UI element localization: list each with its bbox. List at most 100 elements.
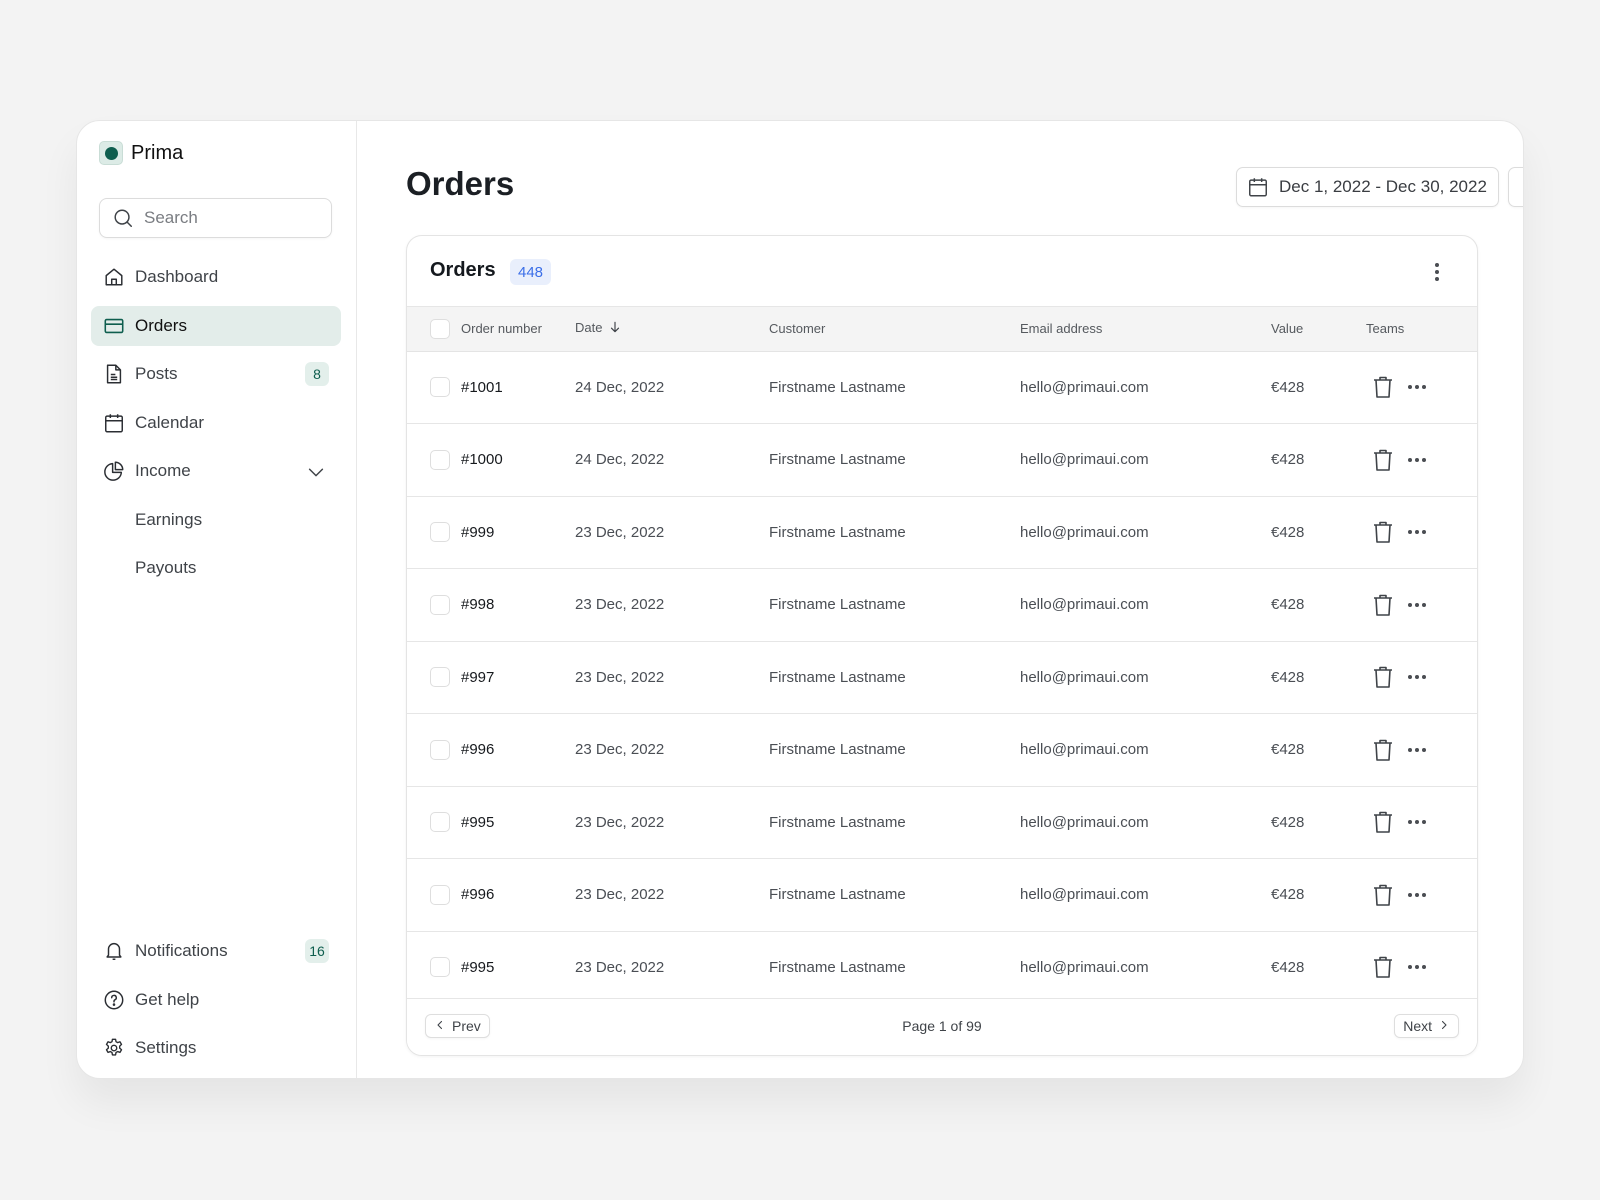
more-vertical-icon[interactable]	[1427, 260, 1447, 284]
pie-chart-icon	[103, 460, 125, 482]
sidebar-item-orders[interactable]: Orders	[91, 305, 341, 346]
table-row[interactable]: #996 23 Dec, 2022 Firstname Lastname hel…	[407, 859, 1477, 932]
sidebar-item-payouts[interactable]: Payouts	[91, 548, 341, 588]
sidebar-item-posts[interactable]: Posts 8	[91, 354, 341, 394]
table-row[interactable]: #997 23 Dec, 2022 Firstname Lastname hel…	[407, 641, 1477, 714]
column-header-email[interactable]: Email address	[1020, 307, 1271, 351]
table-row[interactable]: #1000 24 Dec, 2022 Firstname Lastname he…	[407, 424, 1477, 497]
posts-count-badge: 8	[305, 362, 329, 386]
row-actions	[1366, 810, 1477, 834]
more-horizontal-icon[interactable]	[1408, 820, 1426, 825]
sidebar-item-label: Posts	[135, 364, 178, 383]
order-number[interactable]: #996	[461, 714, 575, 787]
sidebar-item-dashboard[interactable]: Dashboard	[91, 257, 341, 297]
order-date: 24 Dec, 2022	[575, 378, 665, 396]
sidebar-item-settings[interactable]: Settings	[91, 1028, 341, 1068]
trash-icon[interactable]	[1372, 955, 1394, 979]
main-search[interactable]	[1508, 167, 1523, 207]
app-window: Prima Dashboard Orders Posts 8	[76, 120, 1524, 1079]
column-header-order-number[interactable]: Order number	[461, 307, 575, 351]
more-horizontal-icon[interactable]	[1408, 675, 1426, 680]
trash-icon[interactable]	[1372, 738, 1394, 762]
row-actions	[1366, 448, 1477, 472]
date-range-picker[interactable]: Dec 1, 2022 - Dec 30, 2022	[1236, 167, 1499, 207]
row-checkbox[interactable]	[430, 594, 450, 615]
app-name: Prima	[131, 141, 184, 164]
sidebar-item-income[interactable]: Income	[91, 451, 341, 491]
row-checkbox[interactable]	[430, 957, 450, 978]
table-row[interactable]: #995 23 Dec, 2022 Firstname Lastname hel…	[407, 931, 1477, 1004]
customer-email: hello@primaui.com	[1020, 958, 1149, 976]
customer-name: Firstname Lastname	[769, 451, 906, 469]
column-header-customer[interactable]: Customer	[769, 307, 1020, 351]
column-header-date[interactable]: Date	[575, 307, 769, 351]
order-number[interactable]: #997	[461, 641, 575, 714]
next-page-button[interactable]: Next	[1394, 1014, 1459, 1038]
sidebar-item-earnings[interactable]: Earnings	[91, 500, 341, 540]
customer-email: hello@primaui.com	[1020, 813, 1149, 831]
table-row[interactable]: #1001 24 Dec, 2022 Firstname Lastname he…	[407, 351, 1477, 424]
trash-icon[interactable]	[1372, 375, 1394, 399]
table-header-row: Order number Date Customer Email address…	[407, 307, 1477, 351]
trash-icon[interactable]	[1372, 520, 1394, 544]
customer-email: hello@primaui.com	[1020, 596, 1149, 614]
order-number[interactable]: #995	[461, 931, 575, 1004]
row-actions	[1366, 593, 1477, 617]
more-horizontal-icon[interactable]	[1408, 602, 1426, 607]
row-actions	[1366, 738, 1477, 762]
more-horizontal-icon[interactable]	[1408, 457, 1426, 462]
order-number[interactable]: #996	[461, 859, 575, 932]
table-row[interactable]: #998 23 Dec, 2022 Firstname Lastname hel…	[407, 569, 1477, 642]
order-number[interactable]: #999	[461, 496, 575, 569]
brand: Prima	[99, 141, 183, 165]
order-number[interactable]: #1001	[461, 351, 575, 424]
row-checkbox[interactable]	[430, 449, 450, 470]
row-checkbox[interactable]	[430, 667, 450, 688]
select-all-checkbox[interactable]	[430, 318, 450, 339]
order-number[interactable]: #998	[461, 569, 575, 642]
order-number[interactable]: #1000	[461, 424, 575, 497]
row-checkbox[interactable]	[430, 884, 450, 905]
row-checkbox[interactable]	[430, 739, 450, 760]
sidebar-item-label: Dashboard	[135, 267, 219, 286]
sidebar-item-calendar[interactable]: Calendar	[91, 403, 341, 443]
column-header-teams[interactable]: Teams	[1366, 307, 1477, 351]
row-checkbox[interactable]	[430, 812, 450, 833]
table-row[interactable]: #996 23 Dec, 2022 Firstname Lastname hel…	[407, 714, 1477, 787]
notifications-count-badge: 16	[305, 939, 329, 963]
credit-card-icon	[103, 315, 125, 337]
more-horizontal-icon[interactable]	[1408, 965, 1426, 970]
trash-icon[interactable]	[1372, 883, 1394, 907]
trash-icon[interactable]	[1372, 665, 1394, 689]
customer-email: hello@primaui.com	[1020, 451, 1149, 469]
customer-name: Firstname Lastname	[769, 668, 906, 686]
sidebar-item-get-help[interactable]: Get help	[91, 980, 341, 1020]
sidebar-item-label: Payouts	[135, 558, 197, 577]
more-horizontal-icon[interactable]	[1408, 385, 1426, 390]
order-value: €428	[1271, 668, 1305, 686]
arrow-down-icon	[608, 320, 622, 337]
more-horizontal-icon[interactable]	[1408, 530, 1426, 535]
order-value: €428	[1271, 596, 1305, 614]
more-horizontal-icon[interactable]	[1408, 892, 1426, 897]
sidebar-item-label: Calendar	[135, 412, 204, 432]
more-horizontal-icon[interactable]	[1408, 747, 1426, 752]
row-checkbox[interactable]	[430, 522, 450, 543]
column-header-value[interactable]: Value	[1271, 307, 1366, 351]
order-value: €428	[1271, 813, 1305, 831]
sidebar-search-input[interactable]	[144, 208, 314, 228]
sidebar-search[interactable]	[99, 198, 332, 238]
table-row[interactable]: #995 23 Dec, 2022 Firstname Lastname hel…	[407, 786, 1477, 859]
trash-icon[interactable]	[1372, 593, 1394, 617]
table-row[interactable]: #999 23 Dec, 2022 Firstname Lastname hel…	[407, 496, 1477, 569]
customer-email: hello@primaui.com	[1020, 886, 1149, 904]
row-checkbox[interactable]	[430, 377, 450, 398]
sidebar: Prima Dashboard Orders Posts 8	[77, 121, 357, 1078]
chevron-down-icon[interactable]	[305, 461, 327, 483]
trash-icon[interactable]	[1372, 448, 1394, 472]
order-number[interactable]: #995	[461, 786, 575, 859]
row-actions	[1366, 665, 1477, 689]
search-icon	[112, 207, 134, 229]
sidebar-item-notifications[interactable]: Notifications 16	[91, 931, 341, 971]
trash-icon[interactable]	[1372, 810, 1394, 834]
